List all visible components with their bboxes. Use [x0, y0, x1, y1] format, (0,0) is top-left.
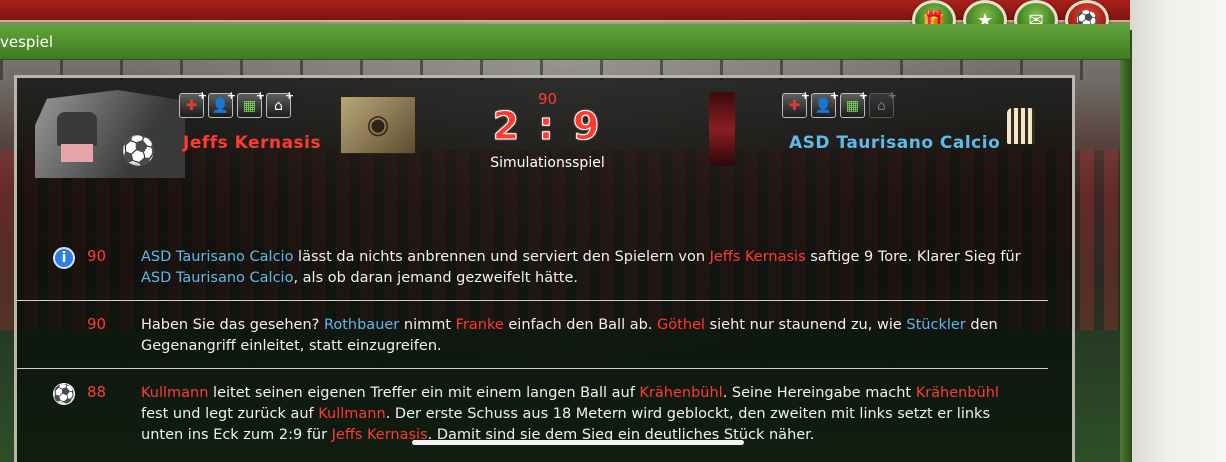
event-text: Kullmann leitet seinen eigenen Treffer e…: [141, 383, 1028, 446]
team-link[interactable]: ASD Taurisano Calcio: [141, 249, 293, 265]
medical-icon[interactable]: ✚ +: [782, 89, 810, 118]
right-edge-panel: [1130, 0, 1226, 462]
event-text-part: Haben Sie das gesehen?: [141, 317, 324, 333]
event-text-part: sieht nur staunend zu, wie: [704, 317, 907, 333]
ball-icon: ⚽: [52, 383, 76, 405]
event-list: i 90 ASD Taurisano Calcio lässt da nicht…: [17, 233, 1078, 456]
player-link[interactable]: Krähenbühl: [639, 385, 722, 401]
event-text-part: einfach den Ball ab.: [503, 317, 658, 333]
event-text: Haben Sie das gesehen? Rothbauer nimmt F…: [141, 315, 1028, 357]
event-text-part: leitet seinen eigenen Treffer ein mit ei…: [208, 385, 640, 401]
home-icon: ⌂ +: [869, 89, 897, 118]
event-text-part: nimmt: [399, 317, 456, 333]
event-text-part: saftige 9 Tore. Klarer Sieg für: [805, 249, 1021, 265]
tactics-icon[interactable]: ▦ +: [840, 89, 868, 118]
event-text-part: . Seine Hereingabe macht: [722, 385, 916, 401]
event-text-part: fest und legt zurück auf: [141, 406, 319, 422]
player-link[interactable]: Kullmann: [141, 385, 208, 401]
panel-side-edge: [1120, 30, 1132, 462]
event-item: 90 Haben Sie das gesehen? Rothbauer nimm…: [17, 301, 1048, 369]
player-link[interactable]: Göthel: [657, 317, 705, 333]
player-link[interactable]: Krähenbühl: [916, 385, 999, 401]
event-text-part: lässt da nichts anbrennen und serviert d…: [293, 249, 710, 265]
event-minute: 90: [87, 247, 107, 265]
away-team-name[interactable]: ASD Taurisano Calcio: [789, 133, 1000, 153]
match-mode-label: Simulationsspiel: [490, 155, 605, 171]
away-action-icons: ✚ + 👤 + ▦ + ⌂ +: [782, 89, 897, 118]
away-shirt-icon: [1007, 108, 1035, 144]
event-minute: 88: [87, 383, 107, 401]
event-text-part: , als ob daran jemand gezweifelt hätte.: [293, 270, 579, 286]
player-link[interactable]: Stückler: [906, 317, 965, 333]
header-bar: vespiel: [0, 24, 1130, 60]
match-panel: ⚽ ✚ + 👤 + ▦ + ⌂ + Jeffs Kernasis ◉ 90 2 : 9 …: [14, 75, 1075, 462]
event-minute: 90: [87, 315, 107, 333]
team-link[interactable]: ASD Taurisano Calcio: [141, 270, 293, 286]
away-team-badge: [709, 92, 735, 166]
team-link[interactable]: Jeffs Kernasis: [710, 249, 806, 265]
event-text: ASD Taurisano Calcio lässt da nichts anb…: [141, 247, 1028, 289]
player-link[interactable]: Rothbauer: [324, 317, 399, 333]
player-link[interactable]: Kullmann: [318, 406, 385, 422]
home-indicator[interactable]: [412, 440, 744, 445]
player-link[interactable]: Franke: [456, 317, 504, 333]
event-item: i 90 ASD Taurisano Calcio lässt da nicht…: [17, 233, 1048, 301]
info-icon: i: [53, 247, 75, 269]
page-title: vespiel: [0, 33, 54, 51]
trainer-icon[interactable]: 👤 +: [811, 89, 839, 118]
